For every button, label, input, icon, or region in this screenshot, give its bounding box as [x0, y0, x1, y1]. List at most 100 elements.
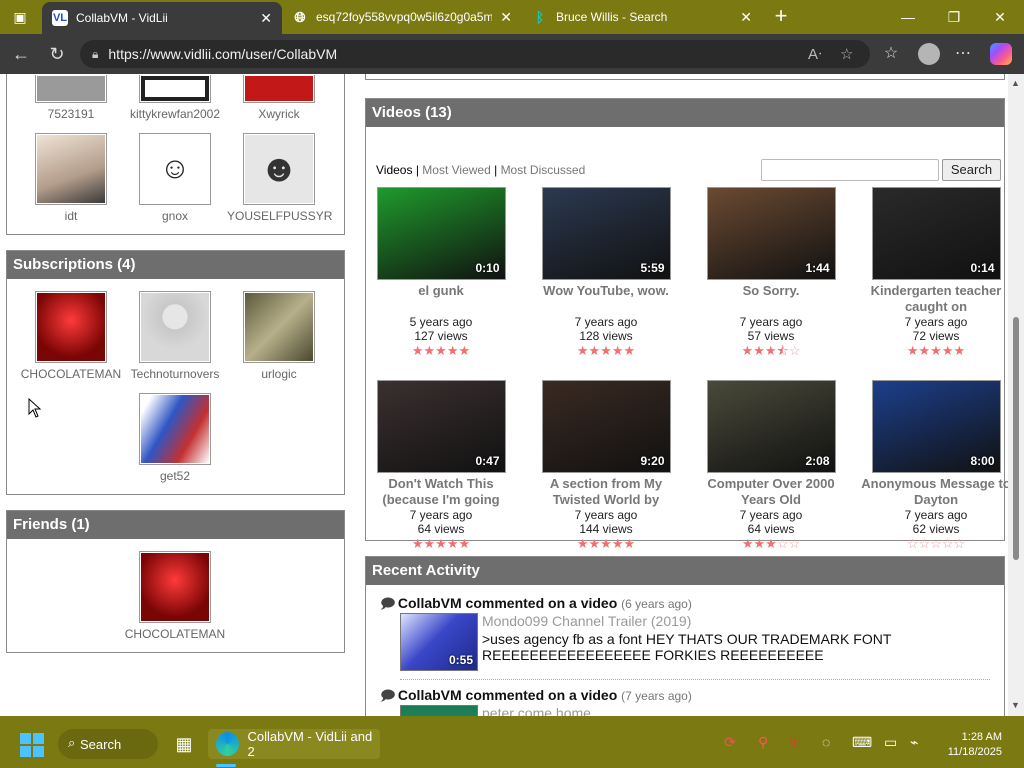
avatar	[141, 553, 209, 621]
video-card[interactable]: 2:08 Computer Over 2000 Years Old 7 years …	[696, 380, 846, 552]
start-button-icon[interactable]	[20, 733, 44, 757]
video-title[interactable]: Computer Over 2000 Years Old	[696, 476, 846, 508]
address-bar[interactable]: 🔒︎ https://www.vidlii.com/user/CollabVM …	[80, 40, 870, 68]
video-card[interactable]: 0:10 el gunk 5 years ago 127 views ★★★★★	[366, 187, 516, 359]
video-card[interactable]: 5:59 Wow YouTube, wow. 7 years ago 128 view…	[531, 187, 681, 359]
video-thumbnail[interactable]: 1:44	[706, 187, 836, 280]
favorite-star-icon[interactable]: ☆	[840, 45, 853, 63]
video-card[interactable]: 1:44 So Sorry. 7 years ago 57 views ★★★⯪☆	[696, 187, 846, 359]
subscription-item[interactable]: CHOCOLATEMAN	[19, 291, 123, 381]
user-name[interactable]: gnox	[123, 209, 227, 223]
tab-esq72[interactable]: 🌐︎ esq72foy558vvpq0w5il6z0g0a5m ✕	[282, 0, 522, 34]
video-title[interactable]: Wow YouTube, wow.	[531, 283, 681, 315]
minimize-icon[interactable]: —	[888, 4, 928, 30]
read-aloud-icon[interactable]: Aᐧ	[808, 45, 822, 63]
user-name[interactable]: idt	[19, 209, 123, 223]
tab-actions-icon[interactable]: ▣	[8, 6, 32, 28]
video-thumbnail[interactable]: 9:20	[541, 380, 671, 473]
user-name[interactable]: kittykrewfan2002	[123, 107, 227, 121]
activity-video-thumbnail[interactable]	[400, 705, 478, 716]
video-title[interactable]: So Sorry.	[696, 283, 846, 315]
user-name[interactable]: 7523191	[19, 107, 123, 121]
friend-item[interactable]: CHOCOLATEMAN	[123, 551, 227, 641]
close-tab-icon[interactable]: ✕	[740, 9, 752, 26]
video-thumbnail[interactable]: 0:47	[376, 380, 506, 473]
video-search-input[interactable]	[761, 159, 939, 181]
taskbar-search[interactable]: ⌕ Search	[58, 729, 158, 759]
display-icon[interactable]: ▭	[884, 734, 897, 751]
back-icon[interactable]: ←	[8, 42, 34, 66]
scroll-up-icon[interactable]: ▲	[1011, 78, 1020, 88]
video-title[interactable]: Don't Watch This (because I'm going	[366, 476, 516, 508]
user-card-idt[interactable]: idt	[19, 133, 123, 223]
subscription-name[interactable]: urlogic	[227, 367, 331, 381]
video-card[interactable]: 0:47 Don't Watch This (because I'm going 7…	[366, 380, 516, 552]
page-scrollbar[interactable]: ▲ ▼	[1008, 74, 1024, 716]
shield-icon[interactable]: ⛨	[790, 734, 801, 751]
activity-video-thumbnail[interactable]: 0:55	[400, 613, 478, 671]
subscription-name[interactable]: Technoturnovers	[123, 367, 227, 381]
close-tab-icon[interactable]: ✕	[260, 10, 272, 27]
copilot-icon[interactable]	[990, 43, 1012, 65]
user-card-kittykrewfan2002[interactable]: kittykrewfan2002	[123, 75, 227, 121]
tab-most-viewed[interactable]: Most Viewed	[422, 163, 490, 177]
video-thumbnail[interactable]: 2:08	[706, 380, 836, 473]
activity-action[interactable]: CollabVM commented on a video	[398, 595, 617, 611]
user-card-xwyrick[interactable]: Xwyrick	[227, 75, 331, 121]
taskbar-edge-app[interactable]: CollabVM - VidLii and 2	[208, 729, 380, 759]
video-title[interactable]: el gunk	[366, 283, 516, 315]
restore-icon[interactable]: ❐	[934, 4, 974, 30]
subscription-item[interactable]: get52	[123, 393, 227, 483]
friend-name[interactable]: CHOCOLATEMAN	[123, 627, 227, 641]
video-thumbnail[interactable]: 0:10	[376, 187, 506, 280]
star-icon: ☆	[941, 536, 954, 551]
tab-collabvm-vidlii[interactable]: VL CollabVM - VidLii ✕	[42, 2, 282, 34]
taskbar-search-label: Search	[80, 736, 122, 752]
system-clock[interactable]: 1:28 AM 11/18/2025	[938, 730, 1002, 760]
avatar	[37, 76, 105, 101]
user-card-7523191[interactable]: 7523191	[19, 75, 123, 121]
new-tab-icon[interactable]: +	[768, 4, 794, 30]
video-thumbnail[interactable]: 5:59	[541, 187, 671, 280]
subscription-item[interactable]: urlogic	[227, 291, 331, 381]
network-icon[interactable]: ⌁	[910, 734, 918, 751]
tab-videos[interactable]: Videos	[376, 163, 412, 177]
video-card[interactable]: 0:14 Kindergarten teacher caught on 7 year…	[861, 187, 1011, 359]
tab-bruce-willis-search[interactable]: ᛒ Bruce Willis - Search ✕	[522, 0, 762, 34]
video-search-button[interactable]: Search	[942, 159, 1001, 181]
activity-video-title[interactable]: Mondo099 Channel Trailer (2019)	[482, 613, 691, 629]
video-title[interactable]: Kindergarten teacher caught on	[861, 283, 1011, 315]
activity-action[interactable]: CollabVM commented on a video	[398, 687, 617, 703]
video-title[interactable]: Anonymous Message to Dayton	[861, 476, 1011, 508]
scrollbar-thumb[interactable]	[1013, 317, 1019, 560]
user-card-youselfpussyr[interactable]: ☻ YOUSELFPUSSYR	[227, 133, 332, 223]
site-info-icon[interactable]: 🔒︎	[92, 47, 98, 62]
video-thumbnail[interactable]: 0:14	[871, 187, 1001, 280]
user-name[interactable]: YOUSELFPUSSYR	[227, 209, 332, 223]
subscription-name[interactable]: get52	[123, 469, 227, 483]
video-card[interactable]: 9:20 A section from My Twisted World by 7 …	[531, 380, 681, 552]
profile-avatar-icon[interactable]	[918, 43, 940, 65]
star-rating: ★★★☆☆	[696, 536, 846, 552]
tool-icon[interactable]: ⚲	[758, 734, 768, 751]
loading-icon[interactable]: ◌	[822, 734, 830, 750]
video-card[interactable]: 8:00 Anonymous Message to Dayton 7 years a…	[861, 380, 1011, 552]
user-name[interactable]: Xwyrick	[227, 107, 331, 121]
subscription-name[interactable]: CHOCOLATEMAN	[19, 367, 123, 381]
video-thumbnail[interactable]: 8:00	[871, 380, 1001, 473]
keyboard-icon[interactable]: ⌨	[852, 734, 872, 751]
activity-divider	[400, 679, 990, 680]
user-card-gnox[interactable]: ☺ gnox	[123, 133, 227, 223]
favorites-icon[interactable]: ☆	[878, 42, 904, 66]
task-view-icon[interactable]: ▦	[170, 729, 198, 759]
more-menu-icon[interactable]: ⋯	[950, 42, 976, 66]
close-window-icon[interactable]: ✕	[980, 4, 1020, 30]
close-tab-icon[interactable]: ✕	[500, 9, 512, 26]
tab-most-discussed[interactable]: Most Discussed	[501, 163, 586, 177]
update-icon[interactable]: ⟳	[724, 734, 736, 751]
subscription-item[interactable]: Technoturnovers	[123, 291, 227, 381]
activity-video-title[interactable]: peter come home	[482, 705, 591, 716]
scroll-down-icon[interactable]: ▼	[1011, 700, 1020, 710]
refresh-icon[interactable]: ↻	[44, 42, 70, 66]
video-title[interactable]: A section from My Twisted World by	[531, 476, 681, 508]
